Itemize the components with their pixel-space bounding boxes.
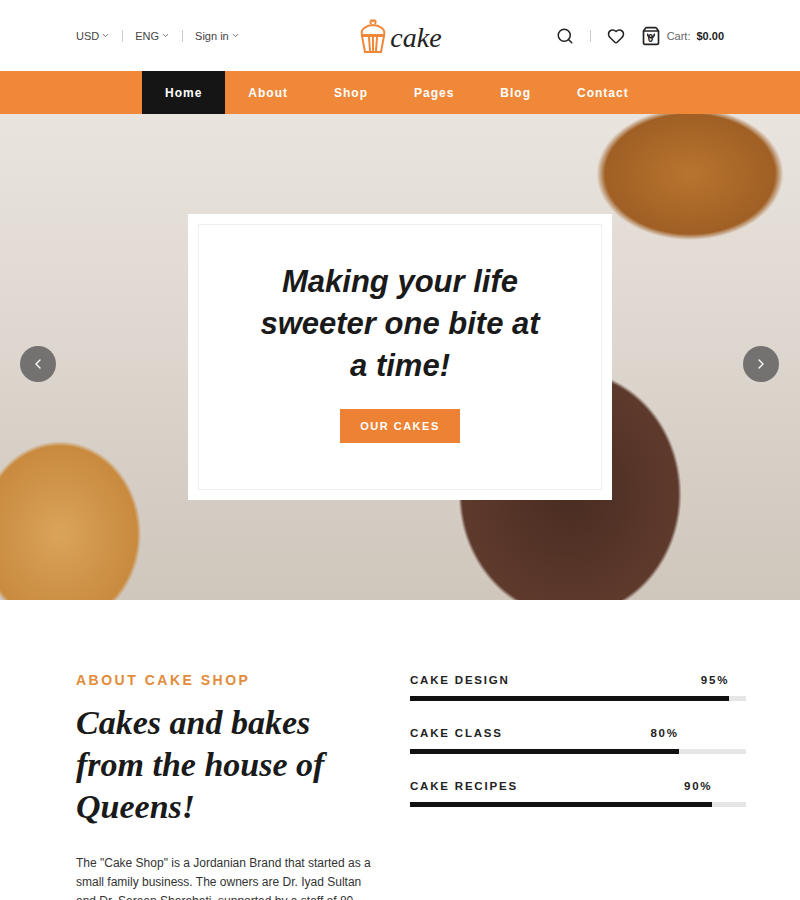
chevron-left-icon [30,356,46,372]
skill: CAKE RECIPES 90% [410,780,746,807]
nav-item[interactable]: Contact [554,71,652,114]
skill-head: CAKE DESIGN 95% [410,674,729,686]
sign-in-link[interactable]: Sign in [195,30,240,42]
separator [590,30,591,42]
search-icon [556,27,574,45]
skill-reading: 90% [684,780,712,792]
our-cakes-button[interactable]: OUR CAKES [340,409,460,443]
slider-next-button[interactable] [743,346,779,382]
hero-card-inner: Making your lifesweeter one bite ata tim… [198,224,602,490]
cupcake-logo-icon [358,18,388,54]
skill-name: CAKE RECIPES [410,780,518,792]
cart-button[interactable]: 0 Cart: $0.00 [641,26,724,46]
search-button[interactable] [556,27,574,45]
hero-photo: Making your lifesweeter one bite ata tim… [0,114,800,600]
slider-prev-button[interactable] [20,346,56,382]
skill-reading: 80% [650,727,678,739]
cart-count: 0 [641,33,661,44]
chevron-down-icon [161,31,170,40]
heart-icon [607,27,625,45]
separator [182,30,183,42]
skills: CAKE DESIGN 95% CAKE CLASS 80% CAKE RECIPES 9… [410,672,746,900]
nav-item[interactable]: Shop [311,71,391,114]
header: USD ENG Sign in cake 0 Cart: $0.00 [0,0,800,71]
nav-item[interactable]: Home [142,71,225,114]
skill-track [410,802,746,807]
cart-label: Cart: [667,30,691,42]
skill-reading: 95% [701,674,729,686]
about-section: ABOUT CAKE SHOP Cakes and bakesfrom the h… [0,600,800,900]
skill-head: CAKE CLASS 80% [410,727,679,739]
top-links: USD ENG Sign in [76,30,358,42]
separator [122,30,123,42]
about-paragraph: The "Cake Shop" is a Jordanian Brand tha… [76,854,386,900]
currency-selector[interactable]: USD [76,30,110,42]
page: USD ENG Sign in cake 0 Cart: $0.00 HomeAboutSho… [0,0,800,900]
bag-icon-wrap: 0 [641,26,661,46]
logo-text: cake [390,24,441,54]
cart-total: $0.00 [696,30,724,42]
skill: CAKE DESIGN 95% [410,674,746,701]
skill-track [410,696,746,701]
header-actions: 0 Cart: $0.00 [442,26,724,46]
chevron-right-icon [753,356,769,372]
wishlist-button[interactable] [607,27,625,45]
skill-fill [410,749,679,754]
skill-fill [410,696,729,701]
nav-item[interactable]: About [225,71,311,114]
skill-track [410,749,746,754]
skill: CAKE CLASS 80% [410,727,746,754]
chevron-down-icon [231,31,240,40]
nav-item[interactable]: Pages [391,71,477,114]
about-eyebrow: ABOUT CAKE SHOP [76,672,386,688]
hero-heading: Making your lifesweeter one bite ata tim… [260,261,539,387]
skill-name: CAKE CLASS [410,727,503,739]
skill-head: CAKE RECIPES 90% [410,780,712,792]
about-heading: Cakes and bakesfrom the house ofQueens! [76,702,386,828]
skill-fill [410,802,712,807]
skill-name: CAKE DESIGN [410,674,510,686]
logo[interactable]: cake [358,18,441,54]
nav-item[interactable]: Blog [477,71,554,114]
hero-card: Making your lifesweeter one bite ata tim… [188,214,612,500]
main-nav: HomeAboutShopPagesBlogContact [0,71,800,114]
language-selector[interactable]: ENG [135,30,170,42]
chevron-down-icon [101,31,110,40]
about-text: ABOUT CAKE SHOP Cakes and bakesfrom the h… [76,672,386,900]
